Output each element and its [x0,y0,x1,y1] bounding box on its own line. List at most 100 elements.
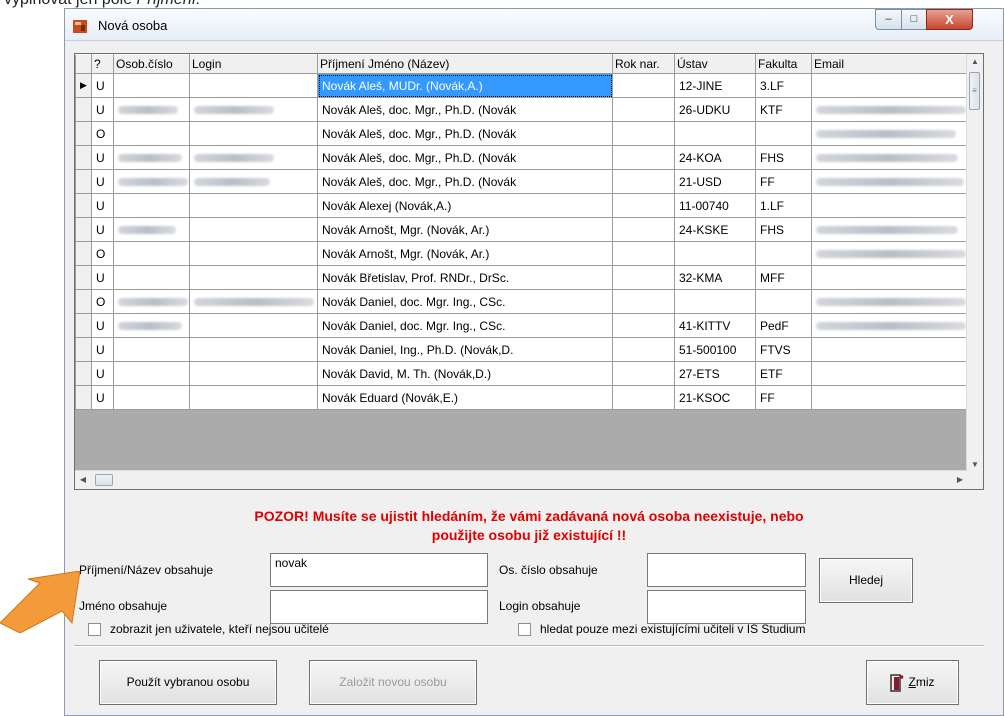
table-row[interactable]: O Novák Arnošt, Mgr. (Novák, Ar.) [75,241,969,266]
name-cell[interactable]: Novák Eduard (Novák,E.) [317,385,613,410]
birth-year-cell[interactable] [612,169,675,194]
department-cell[interactable] [674,121,756,146]
row-indicator[interactable] [75,145,92,170]
department-cell[interactable] [674,289,756,314]
faculty-cell[interactable]: FHS [755,217,812,242]
name-cell[interactable]: Novák Aleš, doc. Mgr., Ph.D. (Novák [317,121,613,146]
row-indicator[interactable] [75,97,92,122]
faculty-cell[interactable]: ETF [755,361,812,386]
column-header[interactable]: Login [189,54,318,74]
login-cell[interactable] [189,241,318,266]
login-cell[interactable] [189,193,318,218]
faculty-cell[interactable]: KTF [755,97,812,122]
faculty-cell[interactable] [755,121,812,146]
faculty-cell[interactable]: PedF [755,313,812,338]
type-cell[interactable]: U [91,361,114,386]
department-cell[interactable] [674,241,756,266]
column-header[interactable]: Email [811,54,969,74]
personal-number-input[interactable] [647,553,806,587]
personal-number-cell[interactable] [113,121,190,146]
scroll-right-icon[interactable]: ▶ [952,471,968,489]
login-cell[interactable] [189,265,318,290]
minimize-button[interactable]: – [875,9,902,30]
row-indicator[interactable] [75,289,92,314]
type-cell[interactable]: O [91,121,114,146]
type-cell[interactable]: U [91,145,114,170]
vertical-scrollbar[interactable]: ▲ ≡ ▼ [966,54,983,473]
birth-year-cell[interactable] [612,97,675,122]
email-cell[interactable] [811,217,969,242]
personal-number-cell[interactable] [113,337,190,362]
department-cell[interactable]: 51-500100 [674,337,756,362]
row-indicator[interactable] [75,337,92,362]
name-cell[interactable]: Novák Aleš, doc. Mgr., Ph.D. (Novák [317,145,613,170]
maximize-button[interactable]: □ [901,9,927,30]
type-cell[interactable]: U [91,97,114,122]
personal-number-cell[interactable] [113,217,190,242]
column-header[interactable]: Příjmení Jméno (Název) [317,54,613,74]
column-header[interactable]: Ústav [674,54,756,74]
email-cell[interactable] [811,337,969,362]
personal-number-cell[interactable] [113,361,190,386]
department-cell[interactable]: 26-UDKU [674,97,756,122]
column-header[interactable]: Rok nar. [612,54,675,74]
personal-number-cell[interactable] [113,169,190,194]
faculty-cell[interactable]: FF [755,169,812,194]
row-indicator[interactable] [75,265,92,290]
department-cell[interactable]: 11-00740 [674,193,756,218]
birth-year-cell[interactable] [612,289,675,314]
title-bar[interactable]: Nová osoba – □ X [65,9,1003,41]
faculty-cell[interactable] [755,241,812,266]
type-cell[interactable]: U [91,265,114,290]
department-cell[interactable]: 21-KSOC [674,385,756,410]
type-cell[interactable]: U [91,169,114,194]
table-row[interactable]: O Novák Daniel, doc. Mgr. Ing., CSc. [75,289,969,314]
name-cell[interactable]: Novák Alexej (Novák,A.) [317,193,613,218]
type-cell[interactable]: U [91,193,114,218]
horizontal-scroll-thumb[interactable] [95,474,113,486]
login-cell[interactable] [189,337,318,362]
birth-year-cell[interactable] [612,145,675,170]
personal-number-cell[interactable] [113,73,190,98]
birth-year-cell[interactable] [612,241,675,266]
row-indicator[interactable] [75,217,92,242]
nonteachers-checkbox[interactable] [88,623,101,636]
table-row[interactable]: ▶ U Novák Aleš, MUDr. (Novák,A.) 12-JINE 3.L… [75,73,969,98]
email-cell[interactable] [811,241,969,266]
login-cell[interactable] [189,385,318,410]
type-cell[interactable]: O [91,289,114,314]
email-cell[interactable] [811,193,969,218]
row-indicator[interactable]: ▶ [75,73,92,98]
teachers-only-checkbox[interactable] [518,623,531,636]
faculty-cell[interactable]: MFF [755,265,812,290]
create-new-button[interactable]: Založit novou osobu [309,660,477,705]
login-cell[interactable] [189,289,318,314]
scroll-left-icon[interactable]: ◀ [75,471,91,489]
column-header[interactable]: Osob.číslo [113,54,190,74]
type-cell[interactable]: U [91,337,114,362]
department-cell[interactable]: 24-KOA [674,145,756,170]
faculty-cell[interactable]: 1.LF [755,193,812,218]
horizontal-scrollbar[interactable]: ◀ ▶ [75,470,968,489]
table-row[interactable]: U Novák Břetislav, Prof. RNDr., DrSc. 32-K… [75,265,969,290]
department-cell[interactable]: 27-ETS [674,361,756,386]
personal-number-cell[interactable] [113,97,190,122]
surname-input[interactable]: novak [270,553,488,587]
type-cell[interactable]: U [91,73,114,98]
row-indicator[interactable] [75,361,92,386]
table-row[interactable]: U Novák David, M. Th. (Novák,D.) 27-ETS ETF [75,361,969,386]
login-cell[interactable] [189,313,318,338]
birth-year-cell[interactable] [612,313,675,338]
birth-year-cell[interactable] [612,361,675,386]
row-indicator[interactable] [75,193,92,218]
name-cell[interactable]: Novák Daniel, doc. Mgr. Ing., CSc. [317,289,613,314]
type-cell[interactable]: U [91,313,114,338]
table-row[interactable]: U Novák Eduard (Novák,E.) 21-KSOC FF [75,385,969,410]
faculty-cell[interactable]: FHS [755,145,812,170]
name-cell[interactable]: Novák Aleš, doc. Mgr., Ph.D. (Novák [317,97,613,122]
use-selected-button[interactable]: Použít vybranou osobu [99,660,277,705]
table-row[interactable]: U Novák Daniel, doc. Mgr. Ing., CSc. 41-KI… [75,313,969,338]
vertical-scroll-thumb[interactable]: ≡ [969,72,980,110]
row-indicator[interactable] [75,121,92,146]
login-cell[interactable] [189,217,318,242]
